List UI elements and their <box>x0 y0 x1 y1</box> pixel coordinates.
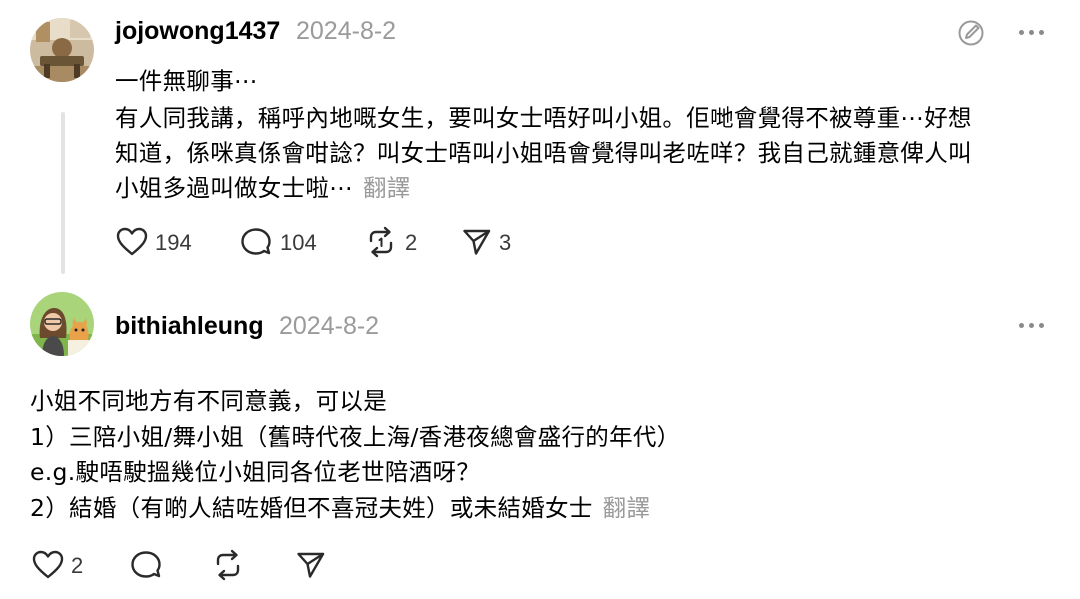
more-icon[interactable] <box>1019 30 1045 36</box>
send-icon[interactable] <box>296 551 326 579</box>
post-text-line: 一件無聊事⋯ <box>115 67 258 95</box>
post-date: 2024-8-2 <box>296 17 397 45</box>
post-text-line: 小姐不同地方有不同意義，可以是 <box>30 387 387 415</box>
translate-link[interactable]: 翻譯 <box>603 494 651 522</box>
avatar-jojowong1437[interactable] <box>30 18 94 82</box>
more-icon[interactable] <box>1019 323 1045 329</box>
post-text: 小姐多過叫做女士啦⋯ <box>115 174 353 202</box>
like-count: 194 <box>155 230 192 255</box>
post-text-line: 有人同我講，稱呼內地嘅女生，要叫女士唔好叫小姐。佢哋會覺得不被尊重⋯好想 <box>115 104 972 132</box>
post-username[interactable]: bithiahleung <box>115 312 264 341</box>
like-count: 2 <box>71 553 84 578</box>
repost-icon[interactable] <box>365 226 397 258</box>
post-date: 2024-8-2 <box>279 312 380 340</box>
post-text-line-last: 小姐多過叫做女士啦⋯ 翻譯 <box>115 169 411 203</box>
avatar-bithiahleung[interactable] <box>30 292 94 356</box>
heart-icon[interactable] <box>32 550 64 580</box>
post-text-line-last: 2）結婚（有啲人結咗婚但不喜冠夫姓）或未結婚女士 翻譯 <box>30 489 650 523</box>
comment-icon[interactable] <box>240 227 272 257</box>
send-icon[interactable] <box>462 228 492 256</box>
repost-icon[interactable] <box>212 549 244 581</box>
comment-icon[interactable] <box>130 550 162 580</box>
post-text-line: e.g.駛唔駛搵幾位小姐同各位老世陪酒呀？ <box>30 458 481 486</box>
heart-icon[interactable] <box>116 227 148 257</box>
share-count: 3 <box>499 230 512 255</box>
post-username[interactable]: jojowong1437 <box>115 17 280 46</box>
post-text-line: 知道，係咪真係會咁諗？叫女士唔叫小姐唔會覺得叫老咗咩？我自己就鍾意俾人叫 <box>115 139 972 167</box>
post-text: 2）結婚（有啲人結咗婚但不喜冠夫姓）或未結婚女士 <box>30 494 593 522</box>
edit-icon[interactable] <box>956 18 986 48</box>
post-text-line: 1）三陪小姐/舞小姐（舊時代夜上海/香港夜總會盛行的年代） <box>30 423 681 451</box>
reply-count: 104 <box>280 230 317 255</box>
repost-count: 2 <box>405 230 418 255</box>
translate-link[interactable]: 翻譯 <box>363 174 411 202</box>
thread-line <box>61 112 65 274</box>
